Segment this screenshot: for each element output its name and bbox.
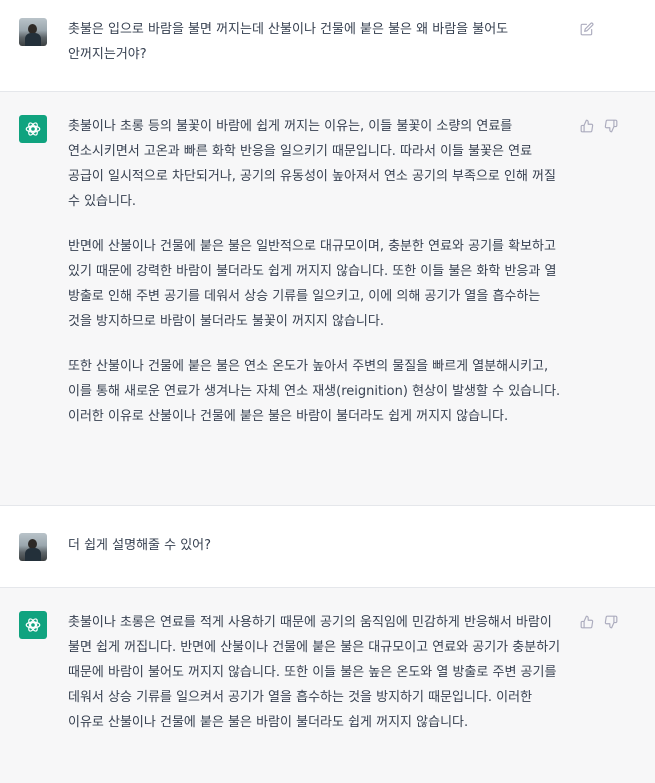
- thumbs-up-icon[interactable]: [579, 614, 595, 630]
- openai-logo-icon: [19, 611, 47, 639]
- message-paragraph: 더 쉽게 설명해줄 수 있어?: [68, 538, 212, 553]
- thumbs-down-icon[interactable]: [603, 118, 619, 134]
- user-message: 촛불은 입으로 바람을 불면 꺼지는데 산불이나 건물에 붙은 불은 왜 바람을…: [68, 17, 568, 67]
- message-paragraph: 촛불은 입으로 바람을 불면 꺼지는데 산불이나 건물에 붙은 불은 왜 바람을…: [68, 22, 509, 62]
- user-turn: 더 쉽게 설명해줄 수 있어?: [0, 506, 655, 588]
- assistant-message: 촛불이나 초롱 등의 불꽃이 바람에 쉽게 꺼지는 이유는, 이들 불꽃이 소량…: [68, 114, 568, 429]
- assistant-message: 촛불이나 초롱은 연료를 적게 사용하기 때문에 공기의 움직임에 민감하게 반…: [68, 610, 568, 735]
- message-paragraph: 촛불이나 초롱은 연료를 적게 사용하기 때문에 공기의 움직임에 민감하게 반…: [68, 615, 561, 730]
- thumbs-up-icon[interactable]: [579, 118, 595, 134]
- message-paragraph: 반면에 산불이나 건물에 붙은 불은 일반적으로 대규모이며, 충분한 연료와 …: [68, 239, 557, 329]
- assistant-turn: 촛불이나 초롱 등의 불꽃이 바람에 쉽게 꺼지는 이유는, 이들 불꽃이 소량…: [0, 92, 655, 506]
- assistant-turn: 촛불이나 초롱은 연료를 적게 사용하기 때문에 공기의 움직임에 민감하게 반…: [0, 588, 655, 783]
- user-avatar: [19, 18, 47, 46]
- message-paragraph: 또한 산불이나 건물에 붙은 불은 연소 온도가 높아서 주변의 물질을 빠르게…: [68, 359, 561, 424]
- user-turn: 촛불은 입으로 바람을 불면 꺼지는데 산불이나 건물에 붙은 불은 왜 바람을…: [0, 0, 655, 92]
- edit-icon[interactable]: [579, 21, 595, 37]
- user-avatar: [19, 533, 47, 561]
- openai-logo-icon: [19, 115, 47, 143]
- thumbs-down-icon[interactable]: [603, 614, 619, 630]
- user-message: 더 쉽게 설명해줄 수 있어?: [68, 533, 568, 558]
- message-paragraph: 촛불이나 초롱 등의 불꽃이 바람에 쉽게 꺼지는 이유는, 이들 불꽃이 소량…: [68, 119, 556, 209]
